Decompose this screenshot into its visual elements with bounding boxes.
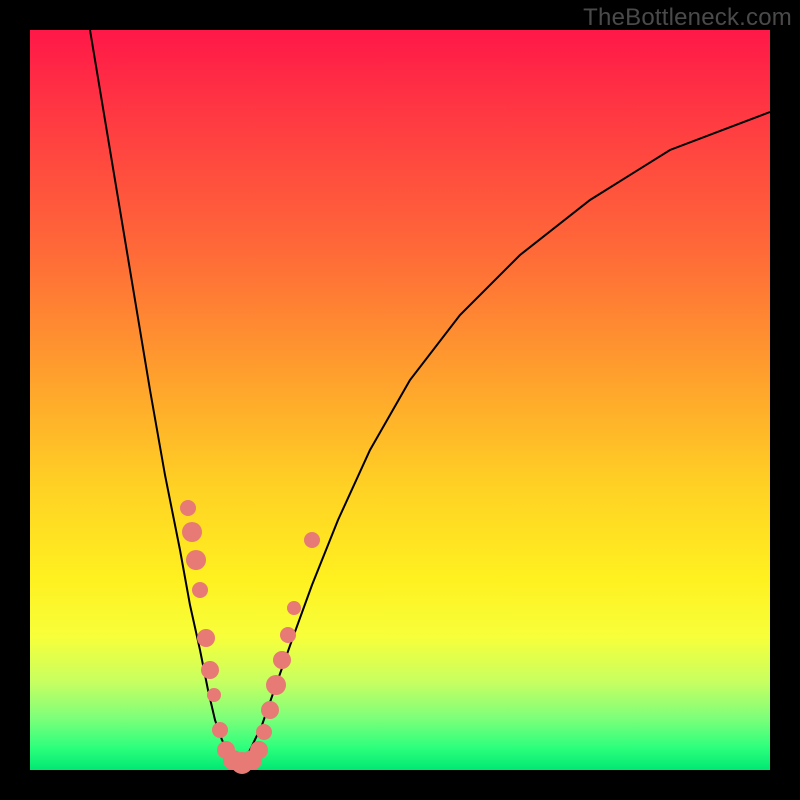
scatter-dot bbox=[304, 532, 320, 548]
scatter-dot bbox=[207, 688, 221, 702]
chart-frame: TheBottleneck.com bbox=[0, 0, 800, 800]
scatter-dot bbox=[197, 629, 215, 647]
scatter-dot bbox=[250, 741, 268, 759]
scatter-dot bbox=[201, 661, 219, 679]
curve-layer bbox=[30, 30, 770, 770]
scatter-dot bbox=[180, 500, 196, 516]
scatter-dot bbox=[266, 675, 286, 695]
v-curve-left bbox=[90, 30, 240, 765]
scatter-dot bbox=[212, 722, 228, 738]
v-curve-right bbox=[240, 112, 770, 765]
scatter-dot bbox=[182, 522, 202, 542]
scatter-dot bbox=[192, 582, 208, 598]
scatter-dot bbox=[256, 724, 272, 740]
scatter-dot bbox=[287, 601, 301, 615]
scatter-dots bbox=[180, 500, 320, 774]
scatter-dot bbox=[273, 651, 291, 669]
scatter-dot bbox=[280, 627, 296, 643]
watermark-text: TheBottleneck.com bbox=[583, 4, 792, 32]
scatter-dot bbox=[186, 550, 206, 570]
scatter-dot bbox=[261, 701, 279, 719]
plot-area bbox=[30, 30, 770, 770]
